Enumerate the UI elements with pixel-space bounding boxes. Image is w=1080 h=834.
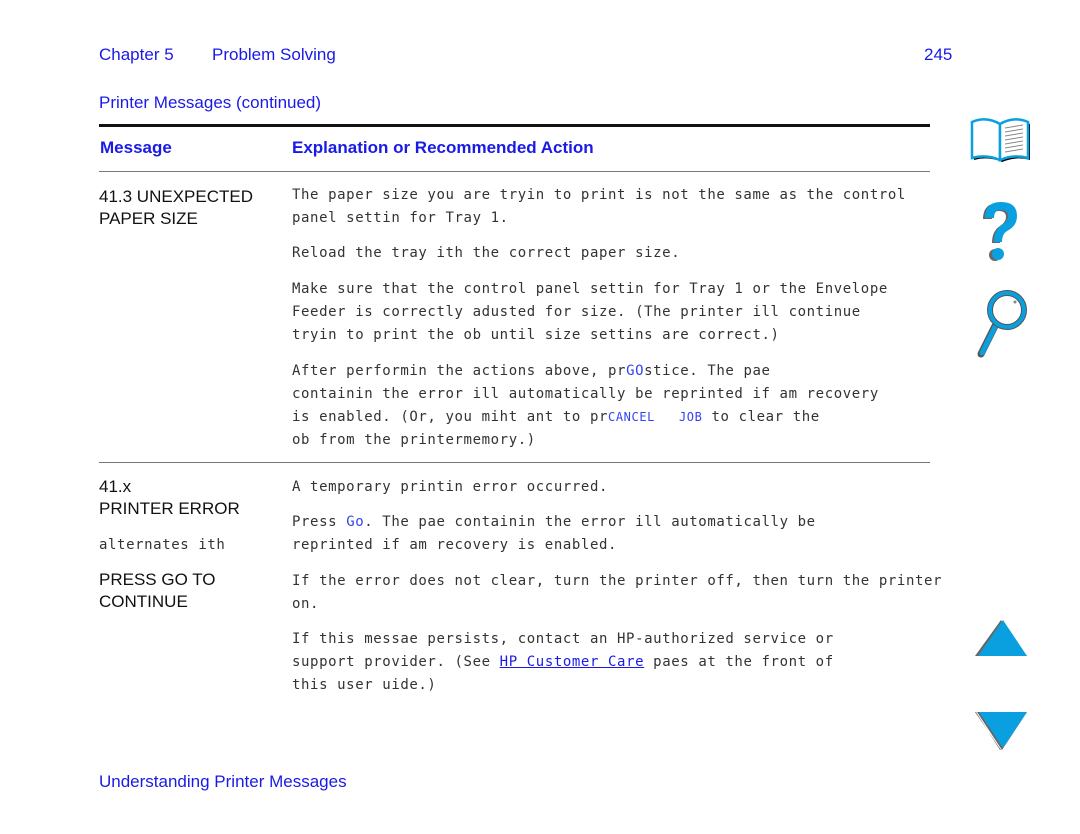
cancel-key: CANCEL xyxy=(608,410,655,424)
text: paes at the front of xyxy=(644,654,834,670)
text-line: If the error does not clear, turn the pr… xyxy=(292,573,943,589)
paragraph: Make sure that the control panel settin … xyxy=(292,278,888,347)
text-line: on. xyxy=(292,596,320,612)
text-line: If this messae persists, contact an HP-a… xyxy=(292,631,834,647)
text-line: Feeder is correctly adusted for size. (T… xyxy=(292,304,861,320)
text: to clear the xyxy=(702,409,820,425)
text-line: support provider. (See HP Customer Care … xyxy=(292,651,834,674)
footer-link[interactable]: Understanding Printer Messages xyxy=(99,772,347,792)
message-line: PRINTER ERROR xyxy=(99,499,240,518)
paragraph: A temporary printin error occurred. xyxy=(292,476,608,499)
text-line: Press Go. The pae containin the error il… xyxy=(292,511,816,534)
message-41-3: 41.3 UNEXPECTED PAPER SIZE xyxy=(99,186,253,230)
text-line: Reload the tray ith the correct paper si… xyxy=(292,245,681,261)
text-line: panel settin for Tray 1. xyxy=(292,210,509,226)
text-line: After performin the actions above, prGOs… xyxy=(292,360,879,383)
message-41-x: 41.x PRINTER ERROR xyxy=(99,476,240,520)
paragraph: If this messae persists, contact an HP-a… xyxy=(292,628,834,697)
paragraph: The paper size you are tryin to print is… xyxy=(292,184,906,230)
alternates-with-label: alternates ith xyxy=(99,537,226,553)
question-mark-icon xyxy=(983,202,1017,261)
section-title: Problem Solving xyxy=(212,45,336,64)
text: Press xyxy=(292,514,347,530)
index-button[interactable] xyxy=(975,288,1027,360)
magnifier-icon xyxy=(977,290,1027,358)
text: support provider. (See xyxy=(292,654,500,670)
next-page-button[interactable] xyxy=(975,710,1029,752)
text-line: containin the error ill automatically be… xyxy=(292,386,879,402)
down-arrow-icon xyxy=(975,712,1027,750)
contents-button[interactable] xyxy=(968,114,1034,164)
text-line: tryin to print the ob until size settins… xyxy=(292,327,780,343)
book-icon xyxy=(970,118,1030,162)
table-top-rule xyxy=(99,124,930,127)
text: stice. The pae xyxy=(644,363,771,379)
column-header-explanation: Explanation or Recommended Action xyxy=(292,138,594,157)
job-key: JOB xyxy=(678,410,703,424)
message-press-go: PRESS GO TO CONTINUE xyxy=(99,569,216,613)
previous-page-button[interactable] xyxy=(975,618,1029,658)
message-line: PRESS GO TO xyxy=(99,570,216,589)
text-line: is enabled. (Or, you miht ant to prCANCE… xyxy=(292,406,879,429)
paragraph: After performin the actions above, prGOs… xyxy=(292,360,879,452)
text-line: reprinted if am recovery is enabled. xyxy=(292,537,618,553)
paragraph: If the error does not clear, turn the pr… xyxy=(292,570,942,616)
help-button[interactable] xyxy=(975,198,1025,264)
hp-customer-care-link[interactable]: HP Customer Care xyxy=(500,654,644,670)
text: After performin the actions above, pr xyxy=(292,363,627,379)
go-key: Go xyxy=(346,514,365,530)
text: is enabled. (Or, you miht ant to pr xyxy=(292,409,609,425)
chapter-label: Chapter 5 xyxy=(99,45,174,64)
go-key: GO xyxy=(626,363,645,379)
up-arrow-icon xyxy=(975,620,1027,656)
page-number: 245 xyxy=(924,45,953,64)
text-line: this user uide.) xyxy=(292,677,437,693)
paragraph: Press Go. The pae containin the error il… xyxy=(292,511,816,557)
header-divider xyxy=(99,171,930,172)
message-line: CONTINUE xyxy=(99,592,188,611)
text-line: Make sure that the control panel settin … xyxy=(292,281,888,297)
text-line: ob from the printermemory.) xyxy=(292,432,536,448)
paragraph: Reload the tray ith the correct paper si… xyxy=(292,242,680,265)
row-divider xyxy=(99,462,930,463)
text-line: A temporary printin error occurred. xyxy=(292,479,609,495)
message-line: 41.x xyxy=(99,477,132,496)
text-line: The paper size you are tryin to print is… xyxy=(292,187,906,203)
message-line: PAPER SIZE xyxy=(99,209,198,228)
message-line: 41.3 UNEXPECTED xyxy=(99,187,253,206)
text: . The pae containin the error ill automa… xyxy=(364,514,816,530)
table-title: Printer Messages (continued) xyxy=(99,93,322,112)
column-header-message: Message xyxy=(100,138,172,157)
